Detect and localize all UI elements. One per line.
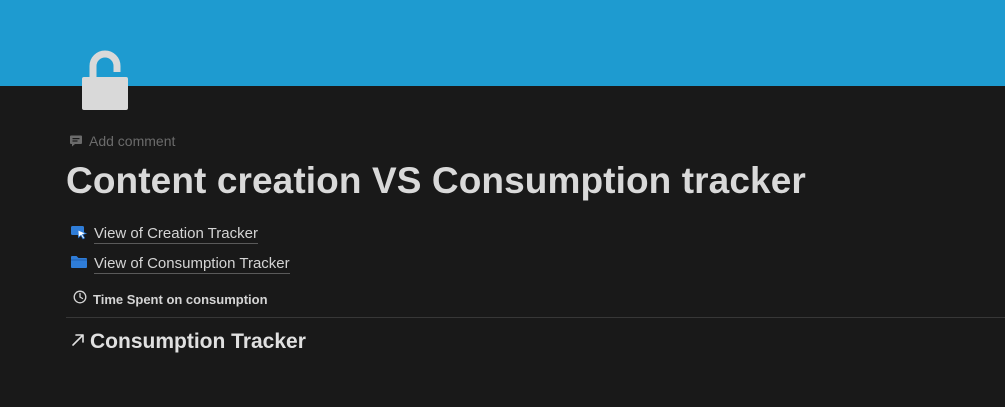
cover-banner[interactable] <box>0 0 1005 86</box>
link-creation-tracker-label: View of Creation Tracker <box>94 225 258 244</box>
section-heading[interactable]: Consumption Tracker <box>70 330 306 354</box>
page: Add comment Content creation VS Consumpt… <box>0 0 1005 407</box>
divider <box>66 317 1005 318</box>
unlocked-padlock-icon[interactable] <box>72 44 136 114</box>
add-comment-button[interactable]: Add comment <box>69 131 175 151</box>
arrow-up-right-icon <box>70 332 86 353</box>
link-consumption-tracker[interactable]: View of Consumption Tracker <box>70 254 290 275</box>
link-creation-tracker[interactable]: View of Creation Tracker <box>70 224 258 245</box>
link-consumption-tracker-label: View of Consumption Tracker <box>94 255 290 274</box>
cursor-click-icon <box>70 224 88 245</box>
add-comment-label: Add comment <box>89 133 176 149</box>
clock-icon <box>73 290 87 309</box>
section-heading-label: Consumption Tracker <box>90 330 306 353</box>
time-spent-link[interactable]: Time Spent on consumption <box>73 290 268 309</box>
time-spent-label: Time Spent on consumption <box>93 292 268 307</box>
comment-icon <box>69 134 83 148</box>
page-title[interactable]: Content creation VS Consumption tracker <box>66 160 806 202</box>
folder-icon <box>70 254 88 275</box>
